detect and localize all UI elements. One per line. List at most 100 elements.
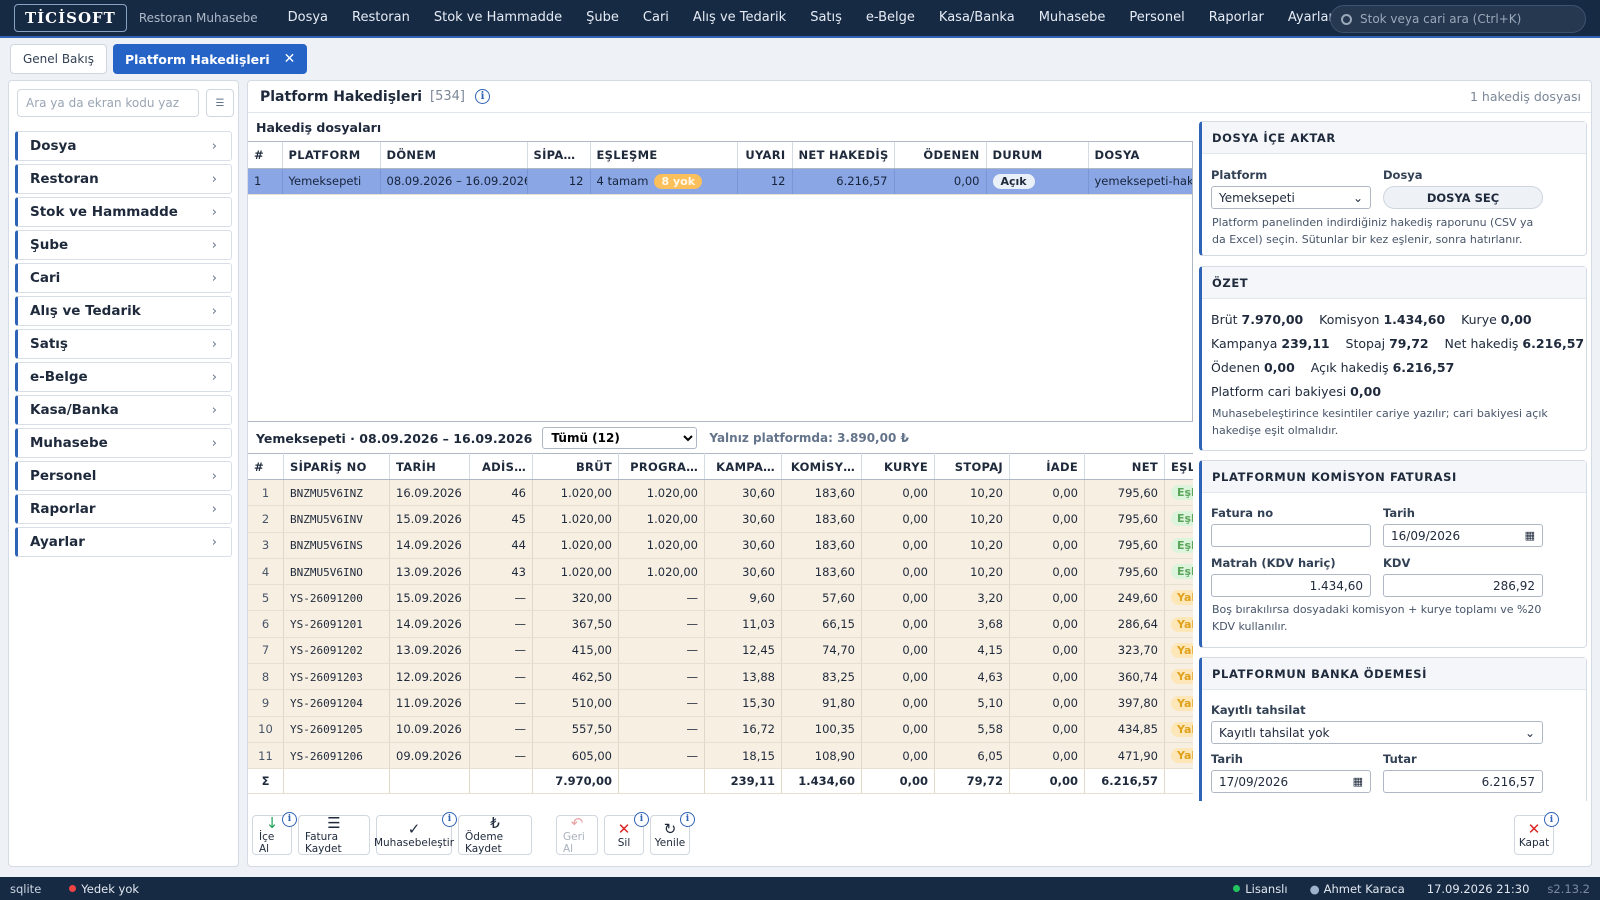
menu-stok[interactable]: Stok ve Hammadde bbox=[422, 0, 574, 36]
base-field[interactable]: 1.434,60 bbox=[1211, 574, 1371, 597]
menu-satis[interactable]: Satış bbox=[798, 0, 854, 36]
menu-raporlar[interactable]: Raporlar bbox=[1197, 0, 1276, 36]
vat-field[interactable]: 286,92 bbox=[1383, 574, 1543, 597]
post-button[interactable]: ✓ Muhasebeleştir i bbox=[374, 811, 457, 855]
sidebar-item-ayarlar[interactable]: Ayarlar › bbox=[15, 527, 232, 557]
col-match[interactable]: EŞLEŞ bbox=[1164, 453, 1193, 480]
refresh-button[interactable]: ↻ Yenile i bbox=[650, 811, 695, 855]
info-icon[interactable]: i bbox=[1544, 812, 1559, 827]
info-icon[interactable]: i bbox=[634, 811, 649, 827]
col-period[interactable]: DÖNEM bbox=[380, 142, 528, 169]
table-row[interactable]: 9 YS-26091204 11.09.2026—510,00—15,30 91,80… bbox=[248, 689, 1193, 717]
sidebar-item-sube[interactable]: Şube › bbox=[15, 230, 232, 260]
calendar-icon[interactable]: ▦ bbox=[1353, 775, 1363, 788]
sidebar-item-cari[interactable]: Cari › bbox=[15, 263, 232, 293]
open-value: 6.216,57 bbox=[1392, 360, 1455, 375]
col-match[interactable]: EŞLEŞME bbox=[590, 142, 738, 169]
import-button[interactable]: ↓ İçe Al i bbox=[252, 811, 297, 855]
sidebar-item-raporlar[interactable]: Raporlar › bbox=[15, 494, 232, 524]
chevron-right-icon: › bbox=[211, 204, 217, 220]
col-return[interactable]: İADE bbox=[1009, 453, 1085, 480]
col-commission[interactable]: KOMİSY… bbox=[781, 453, 862, 480]
menu-cari[interactable]: Cari bbox=[631, 0, 681, 36]
col-platform[interactable]: PLATFORM bbox=[282, 142, 381, 169]
table-row[interactable]: 4 BNZMU5V6INO 13.09.2026 43 1.020,00 1.020,00… bbox=[248, 558, 1193, 586]
table-row[interactable]: 10 YS-26091205 10.09.2026—557,50—16,72 100,… bbox=[248, 716, 1193, 743]
menu-ebelge[interactable]: e-Belge bbox=[854, 0, 927, 36]
sidebar-item-restoran[interactable]: Restoran › bbox=[15, 164, 232, 194]
table-row[interactable]: 5 YS-26091200 15.09.2026—320,00—9,60 57,60 0… bbox=[248, 584, 1193, 612]
table-row[interactable]: 3 BNZMU5V6INS 14.09.2026 44 1.020,00 1.020,00… bbox=[248, 532, 1193, 559]
col-date[interactable]: TARİH bbox=[389, 453, 470, 480]
col-net[interactable]: NET bbox=[1084, 453, 1165, 480]
col-courier[interactable]: KURYE bbox=[861, 453, 935, 480]
choose-file-button[interactable]: DOSYA SEÇ bbox=[1383, 186, 1543, 209]
table-row[interactable]: 8 YS-26091203 12.09.2026—462,50—13,88 83,25… bbox=[248, 663, 1193, 691]
sidebar-item-ebelge[interactable]: e-Belge › bbox=[15, 362, 232, 392]
cell-date: 14.09.2026 bbox=[389, 532, 470, 559]
col-orders[interactable]: SİPA… bbox=[527, 142, 591, 169]
col-status[interactable]: DURUM bbox=[986, 142, 1089, 169]
app-logo[interactable]: TİCİSOFT bbox=[14, 4, 127, 32]
amount-field[interactable]: 6.216,57 bbox=[1383, 770, 1543, 793]
info-icon[interactable]: i bbox=[680, 811, 695, 827]
info-icon[interactable]: i bbox=[282, 811, 297, 827]
save-payment-button[interactable]: ₺ Ödeme Kaydet bbox=[458, 814, 532, 855]
col-table[interactable]: ADİS… bbox=[469, 453, 533, 480]
menu-kasa[interactable]: Kasa/Banka bbox=[927, 0, 1027, 36]
table-row[interactable]: 1 Yemeksepeti 08.09.2026 – 16.09.2026 12… bbox=[248, 168, 1192, 195]
menu-sube[interactable]: Şube bbox=[574, 0, 631, 36]
info-icon[interactable]: i bbox=[442, 811, 457, 827]
tab-platform-hakedisleri[interactable]: Platform Hakedişleri ✕ bbox=[112, 44, 308, 74]
user-status[interactable]: ● Ahmet Karaca bbox=[1310, 882, 1405, 896]
orders-filter-select[interactable]: Tümü (12) bbox=[542, 427, 698, 449]
table-row[interactable]: 2 BNZMU5V6INV 15.09.2026 45 1.020,00 1.020,00… bbox=[248, 505, 1193, 533]
col-withholding[interactable]: STOPAJ bbox=[934, 453, 1010, 480]
close-tab-icon[interactable]: ✕ bbox=[284, 51, 296, 67]
sidebar-item-kasa[interactable]: Kasa/Banka › bbox=[15, 395, 232, 425]
delete-button[interactable]: ✕ Sil i bbox=[604, 811, 649, 855]
close-button[interactable]: ✕ Kapat i bbox=[1514, 812, 1559, 855]
menu-list-icon[interactable]: ☰ bbox=[206, 89, 234, 117]
table-row[interactable]: 1 BNZMU5V6INZ 16.09.2026 46 1.020,00 1.020,00… bbox=[248, 479, 1193, 507]
col-order-no[interactable]: SİPARİŞ NO bbox=[283, 453, 390, 480]
sidebar-item-satis[interactable]: Satış › bbox=[15, 329, 232, 359]
invoice-no-field[interactable] bbox=[1211, 524, 1371, 547]
tab-overview[interactable]: Genel Bakış bbox=[10, 44, 107, 74]
files-table: # PLATFORM DÖNEM SİPA… EŞLEŞME UYARI NET… bbox=[248, 142, 1192, 195]
col-net[interactable]: NET HAKEDİŞ bbox=[792, 142, 895, 169]
menu-personel[interactable]: Personel bbox=[1117, 0, 1196, 36]
menu-alis[interactable]: Alış ve Tedarik bbox=[681, 0, 798, 36]
col-program[interactable]: PROGRA… bbox=[618, 453, 705, 480]
payment-date-field[interactable]: 17/09/2026 ▦ bbox=[1211, 770, 1371, 793]
sidebar-item-dosya[interactable]: Dosya › bbox=[15, 131, 232, 161]
table-row[interactable]: 7 YS-26091202 13.09.2026—415,00—12,45 74,70… bbox=[248, 637, 1193, 665]
global-search[interactable] bbox=[1330, 5, 1586, 33]
collection-select[interactable]: Kayıtlı tahsilat yok ⌄ bbox=[1211, 721, 1543, 744]
sidebar-search-input[interactable] bbox=[17, 89, 199, 117]
cell-no: 5 bbox=[248, 584, 284, 612]
sidebar-item-alis[interactable]: Alış ve Tedarik › bbox=[15, 296, 232, 326]
col-file[interactable]: DOSYA bbox=[1088, 142, 1192, 169]
menu-restoran[interactable]: Restoran bbox=[340, 0, 422, 36]
sidebar-item-personel[interactable]: Personel › bbox=[15, 461, 232, 491]
undo-button[interactable]: ↶ Geri Al bbox=[556, 814, 598, 855]
save-invoice-button[interactable]: ☰ Fatura Kaydet bbox=[298, 814, 370, 855]
col-gross[interactable]: BRÜT bbox=[532, 453, 619, 480]
sidebar-item-muhasebe[interactable]: Muhasebe › bbox=[15, 428, 232, 458]
menu-muhasebe[interactable]: Muhasebe bbox=[1027, 0, 1118, 36]
sidebar-item-stok[interactable]: Stok ve Hammadde › bbox=[15, 197, 232, 227]
col-no[interactable]: # bbox=[248, 453, 284, 480]
calendar-icon[interactable]: ▦ bbox=[1525, 529, 1535, 542]
table-row[interactable]: 6 YS-26091201 14.09.2026—367,50—11,03 66,15… bbox=[248, 610, 1193, 638]
table-row[interactable]: 11 YS-26091206 09.09.2026—605,00—18,15 108,… bbox=[248, 742, 1193, 770]
col-paid[interactable]: ÖDENEN bbox=[894, 142, 987, 169]
info-icon[interactable]: i bbox=[475, 89, 490, 104]
col-warning[interactable]: UYARI bbox=[737, 142, 793, 169]
invoice-date-field[interactable]: 16/09/2026 ▦ bbox=[1383, 524, 1543, 547]
col-campaign[interactable]: KAMPA… bbox=[704, 453, 782, 480]
menu-dosya[interactable]: Dosya bbox=[276, 0, 340, 36]
platform-select[interactable]: Yemeksepeti ⌄ bbox=[1211, 186, 1371, 209]
col-no[interactable]: # bbox=[248, 142, 283, 169]
global-search-input[interactable] bbox=[1360, 12, 1570, 26]
